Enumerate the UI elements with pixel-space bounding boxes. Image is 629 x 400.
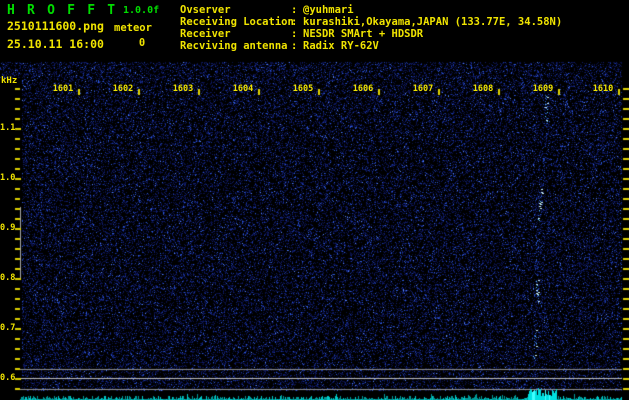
freq-tick-label: 0.7 [0,323,16,333]
output-filename: 2510111600.png [7,19,104,33]
time-tick-label: 1606 [352,84,374,94]
observation-timestamp: 25.10.11 16:00 [7,37,104,51]
freq-tick-label: 0.9 [0,223,16,233]
time-tick-label: 1605 [292,84,314,94]
meteor-counter-label: meteor [114,22,152,34]
meteor-counter-value: 0 [138,37,146,49]
app-title: H R O F F T [7,3,118,18]
info-value: kurashiki,Okayama,JAPAN (133.77E, 34.58N… [303,16,563,28]
time-tick-label: 1607 [412,84,434,94]
info-colon: : [291,16,298,28]
time-tick-label: 1601 [52,84,74,94]
time-tick-label: 1602 [112,84,134,94]
info-label: Receiver [180,28,231,40]
info-label: Ovserver [180,4,231,16]
info-colon: : [291,40,298,52]
freq-tick-label: 0.6 [0,373,16,383]
freq-tick-label: 1.0 [0,173,16,183]
info-value: NESDR SMArt + HDSDR [303,28,424,40]
hrofft-screen: H R O F F T 1.0.0f 2510111600.png 25.10.… [0,0,629,400]
time-tick-label: 1608 [472,84,494,94]
time-tick-label: 1604 [232,84,254,94]
info-value: Radix RY-62V [303,40,379,52]
info-value: @yuhmari [303,4,354,16]
spectrogram-canvas [0,0,629,400]
app-version: 1.0.0f [123,5,160,16]
freq-axis-unit: kHz [1,76,18,86]
freq-tick-label: 0.8 [0,273,16,283]
info-colon: : [291,28,298,40]
time-tick-label: 1609 [532,84,554,94]
info-label: Recviving antenna [180,40,288,52]
freq-tick-label: 1.1 [0,123,16,133]
time-tick-label: 1603 [172,84,194,94]
info-colon: : [291,4,298,16]
info-label: Receiving Location [180,16,294,28]
time-tick-label: 1610 [592,84,614,94]
